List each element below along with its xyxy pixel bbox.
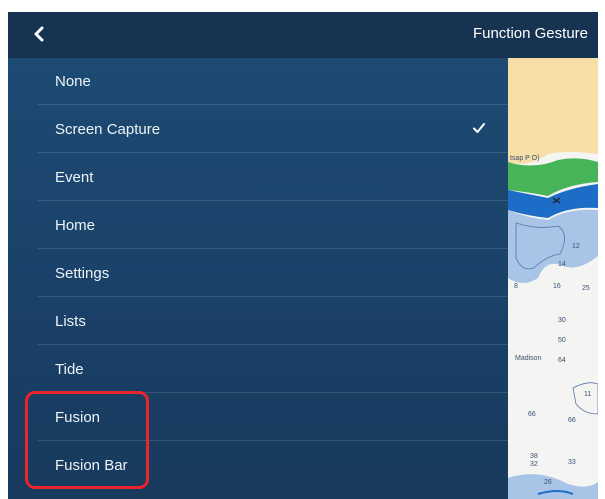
function-gesture-menu: None Screen Capture Event Home Settings …: [8, 58, 508, 499]
back-button[interactable]: [28, 20, 60, 50]
checkmark-icon: [473, 123, 485, 133]
depth-sounding: 33: [568, 459, 576, 466]
divider: [38, 200, 508, 201]
divider: [38, 440, 508, 441]
place-label: Madison: [515, 355, 542, 362]
place-label: tsap P O): [510, 155, 539, 162]
menu-item-fusion[interactable]: Fusion: [8, 394, 508, 441]
nautical-chart[interactable]: tsap P O) Madison 12 14 25 8 16 30 50 64…: [508, 58, 598, 499]
menu-item-label: Screen Capture: [55, 121, 161, 138]
menu-item-lists[interactable]: Lists: [8, 298, 508, 345]
menu-item-fusion-bar[interactable]: Fusion Bar: [8, 442, 508, 489]
menu-item-label: Settings: [55, 265, 110, 282]
depth-sounding: 16: [553, 283, 561, 290]
page-title: Function Gesture: [472, 25, 588, 42]
divider: [38, 392, 508, 393]
header-bar: Function Gesture: [8, 12, 598, 58]
menu-item-tide[interactable]: Tide: [8, 346, 508, 393]
menu-item-home[interactable]: Home: [8, 202, 508, 249]
menu-item-label: Fusion Bar: [55, 457, 128, 474]
menu-item-none[interactable]: None: [8, 58, 508, 105]
menu-item-label: Event: [55, 169, 94, 186]
menu-item-label: Tide: [55, 361, 84, 378]
menu-item-label: None: [55, 73, 91, 90]
divider: [38, 344, 508, 345]
depth-sounding: 66: [568, 417, 576, 424]
depth-sounding: 30: [558, 317, 566, 324]
depth-sounding: 32: [530, 461, 538, 468]
divider: [38, 104, 508, 105]
depth-sounding: 11: [584, 391, 591, 398]
menu-item-screen-capture[interactable]: Screen Capture: [8, 106, 508, 153]
chart-map: tsap P O) Madison 12 14 25 8 16 30 50 64…: [508, 58, 598, 499]
divider: [38, 248, 508, 249]
depth-sounding: 50: [558, 337, 566, 344]
divider: [38, 296, 508, 297]
depth-sounding: 38: [530, 453, 538, 460]
depth-sounding: 14: [558, 261, 566, 268]
depth-sounding: 8: [514, 283, 518, 290]
menu-item-label: Fusion: [55, 409, 101, 426]
depth-sounding: 25: [582, 285, 590, 292]
depth-sounding: 66: [528, 411, 536, 418]
menu-item-settings[interactable]: Settings: [8, 250, 508, 297]
depth-sounding: 26: [544, 479, 552, 486]
depth-sounding: 64: [558, 357, 566, 364]
menu-item-event[interactable]: Event: [8, 154, 508, 201]
menu-item-label: Lists: [55, 313, 86, 330]
app-screen: Function Gesture tsap P O) Madison 12 14…: [8, 12, 598, 499]
divider: [38, 152, 508, 153]
depth-sounding: 12: [572, 243, 580, 250]
chevron-left-icon: [34, 26, 44, 42]
menu-item-label: Home: [55, 217, 96, 234]
